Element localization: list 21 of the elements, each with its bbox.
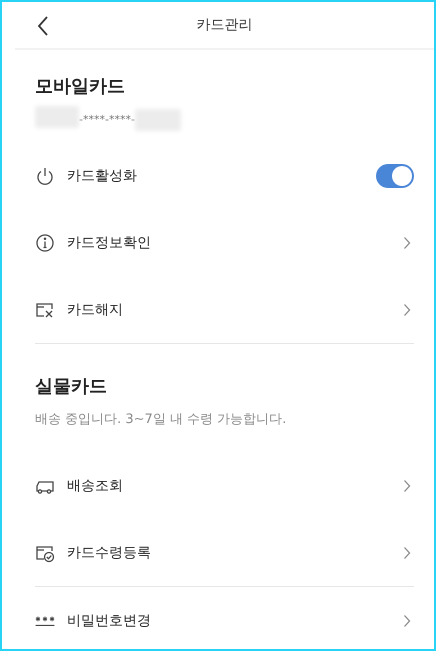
menu-label: 카드활성화 (67, 166, 138, 184)
chevron-icon[interactable] (403, 546, 411, 560)
section-title: 모바일카드 (35, 75, 126, 98)
menu-label: 배송조회 (67, 476, 124, 494)
chevron-icon[interactable] (403, 302, 411, 316)
page-title: 카드관리 (196, 16, 252, 34)
card-number: -****-****- (79, 112, 135, 126)
toggle-switch[interactable] (376, 164, 414, 188)
menu-label: 카드수령등록 (67, 544, 152, 562)
back-icon[interactable] (37, 16, 49, 36)
info-icon (35, 232, 55, 252)
chevron-icon[interactable] (403, 614, 411, 628)
power-icon (35, 166, 55, 186)
asterisks-icon (35, 616, 55, 626)
menu-label: 카드해지 (67, 300, 124, 318)
chevron-icon[interactable] (403, 236, 411, 250)
delivery-note: 배송 중입니다. 3~7일 내 수령 가능합니다. (35, 411, 288, 428)
menu-label: 비밀번호변경 (67, 612, 152, 630)
chevron-icon[interactable] (403, 478, 411, 492)
section-title: 실물카드 (35, 375, 108, 398)
menu-label: 카드정보확인 (67, 234, 152, 252)
